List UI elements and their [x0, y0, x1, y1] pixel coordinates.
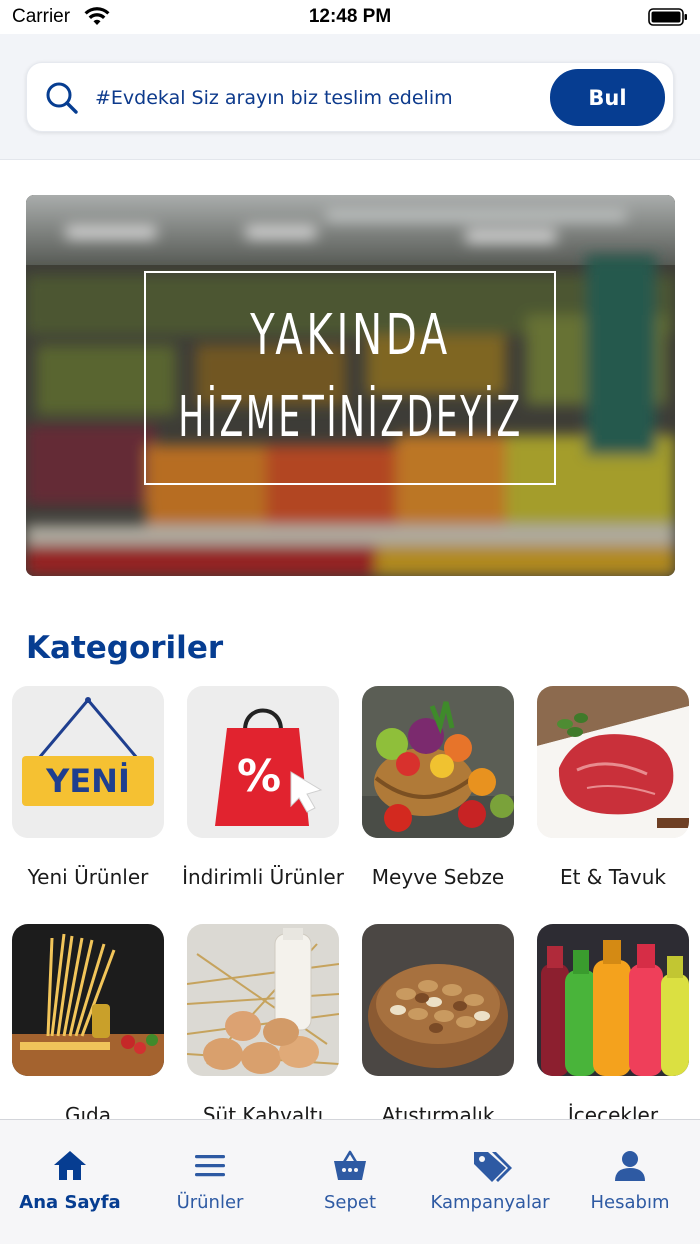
tab-campaigns[interactable]: Kampanyalar [420, 1120, 560, 1244]
banner-title-line1: YAKINDA [250, 303, 451, 368]
category-label: İndirimli Ürünler [182, 865, 344, 889]
search-bar: Bul [26, 62, 674, 132]
banner-title-line2: HİZMETİNİZDEYİZ [178, 385, 523, 450]
category-snacks[interactable]: Atıştırmalık [362, 924, 514, 1127]
category-meat-chicken[interactable]: Et & Tavuk [537, 686, 689, 889]
fruit-basket-image [362, 686, 514, 838]
category-drinks[interactable]: İçecekler [537, 924, 689, 1127]
basket-icon [332, 1148, 368, 1184]
pasta-image [12, 924, 164, 1076]
tab-home[interactable]: Ana Sayfa [0, 1120, 140, 1244]
discount-badge-text: % [237, 751, 281, 802]
tab-label: Ana Sayfa [19, 1192, 121, 1213]
tab-products[interactable]: Ürünler [140, 1120, 280, 1244]
category-label: Et & Tavuk [559, 865, 667, 889]
status-bar: Carrier 12:48 PM [0, 0, 700, 34]
app-screen: Carrier 12:48 PM #Evdekal Siz arayın biz… [0, 0, 700, 1244]
category-new-products[interactable]: YENİ Yeni Ürünler [12, 686, 164, 889]
tab-label: Hesabım [590, 1192, 670, 1213]
category-discounted-products[interactable]: % İndirimli Ürünler [182, 686, 344, 889]
category-label: Yeni Ürünler [27, 865, 149, 889]
battery-icon [648, 8, 688, 26]
search-region: Bul [0, 34, 700, 160]
tab-label: Sepet [323, 1192, 377, 1213]
category-fruit-vegetable[interactable]: Meyve Sebze [362, 686, 514, 889]
new-badge-text: YENİ [45, 762, 130, 800]
meat-image [537, 686, 689, 838]
bottom-tab-bar: Ana Sayfa Ürünler Sepet Kampanyalar Hesa… [0, 1119, 700, 1244]
eggs-milk-image [187, 924, 339, 1076]
menu-icon [192, 1148, 228, 1184]
tab-account[interactable]: Hesabım [560, 1120, 700, 1244]
discount-bag-icon: % [187, 686, 339, 838]
categories-title: Kategoriler [26, 630, 224, 666]
home-icon [52, 1148, 88, 1184]
tab-label: Kampanyalar [430, 1192, 550, 1213]
nuts-image [362, 924, 514, 1076]
promo-banner[interactable]: YAKINDA HİZMETİNİZDEYİZ [26, 195, 675, 576]
tab-basket[interactable]: Sepet [280, 1120, 420, 1244]
soda-bottles-image [537, 924, 689, 1076]
search-icon[interactable] [45, 81, 79, 115]
tab-label: Ürünler [176, 1192, 244, 1213]
category-food[interactable]: Gıda [12, 924, 164, 1127]
tags-icon [472, 1148, 512, 1184]
new-sign-icon: YENİ [12, 686, 164, 838]
category-label: Meyve Sebze [371, 865, 505, 889]
search-input[interactable] [95, 75, 535, 121]
category-dairy-breakfast[interactable]: Süt Kahvaltı [187, 924, 339, 1127]
clock: 12:48 PM [308, 6, 392, 27]
user-icon [612, 1148, 648, 1184]
search-button[interactable]: Bul [550, 69, 665, 126]
